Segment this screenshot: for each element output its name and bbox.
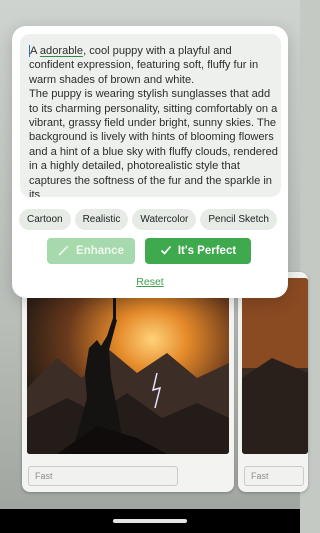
prompt-first-word: A (30, 45, 37, 57)
its-perfect-button[interactable]: It's Perfect (145, 238, 251, 264)
enhance-label: Enhance (76, 245, 124, 257)
prompt-textarea[interactable]: A adorable, cool puppy with a playful an… (20, 34, 281, 197)
chip-cartoon[interactable]: Cartoon (19, 209, 71, 230)
system-navigation-bar (0, 509, 300, 533)
prompt-editor-dialog: A adorable, cool puppy with a playful an… (12, 26, 288, 298)
checkmark-icon (160, 244, 172, 259)
prompt-highlighted-word[interactable]: adorable (40, 45, 83, 57)
chip-realistic[interactable]: Realistic (74, 209, 129, 230)
prompt-text[interactable]: A adorable, cool puppy with a playful an… (29, 44, 279, 197)
generated-image-2[interactable] (242, 278, 308, 454)
style-chips: Cartoon Realistic Watercolor Pencil Sketch (19, 209, 288, 231)
generated-image-card-2[interactable]: Fast (238, 272, 308, 492)
home-gesture-handle[interactable] (113, 519, 187, 523)
enhance-button[interactable]: Enhance (47, 238, 135, 264)
chip-watercolor[interactable]: Watercolor (132, 209, 197, 230)
chip-pencil-sketch[interactable]: Pencil Sketch (200, 209, 277, 230)
reset-link[interactable]: Reset (12, 276, 288, 288)
its-perfect-label: It's Perfect (177, 245, 237, 257)
speed-tag: Fast (28, 466, 178, 486)
speed-tag-2: Fast (244, 466, 304, 486)
generated-image[interactable] (27, 278, 229, 454)
prompt-body: , cool puppy with a playful and confiden… (29, 45, 278, 197)
generated-image-card[interactable]: Fast (22, 272, 234, 492)
magic-wand-icon (58, 244, 70, 259)
